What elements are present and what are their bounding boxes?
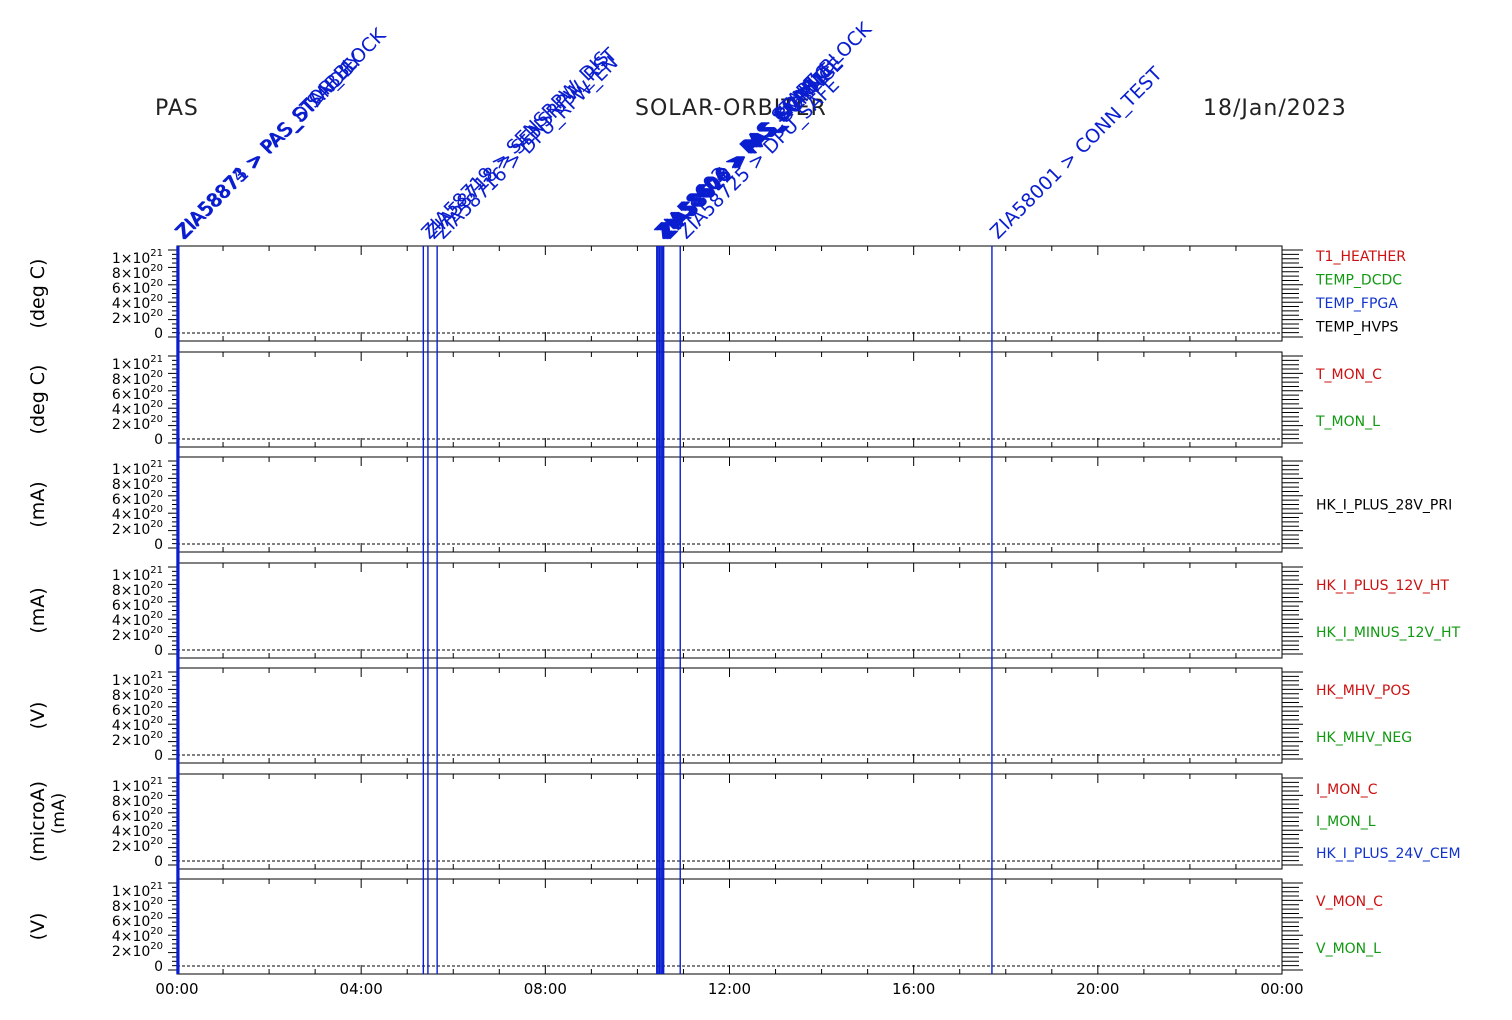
series-legend-label: TEMP_DCDC xyxy=(1315,273,1402,289)
panel-7: 02×10204×10206×10208×10201×1021(V)V_MON_… xyxy=(27,878,1383,975)
series-legend-label: T_MON_L xyxy=(1315,414,1380,430)
panel-3: 02×10204×10206×10208×10201×1021(mA) HK_I_… xyxy=(27,456,1452,553)
event-label: ZIA58725 > DPU_SAFE xyxy=(674,74,844,244)
x-tick-label: 20:00 xyxy=(1076,980,1119,998)
y-tick-label: 0 xyxy=(154,537,163,553)
panel-frame xyxy=(176,773,1283,870)
series-legend-label: V_MON_C xyxy=(1316,894,1383,910)
housekeeping-stack-plot: 02×10204×10206×10208×10201×1021(deg C)T1… xyxy=(27,18,1461,998)
y-axis-label: (deg C) xyxy=(27,365,49,435)
panel-frame xyxy=(176,562,1283,659)
y-tick-label: 0 xyxy=(154,854,163,870)
series-legend-label: I_MON_L xyxy=(1316,814,1376,830)
series-legend-label: T1_HEATHER xyxy=(1315,249,1406,265)
y-axis-label: (mA) xyxy=(27,481,49,527)
y-axis-label: (microA) xyxy=(27,781,49,862)
y-axis-label: (V) xyxy=(27,913,49,941)
panel-frame xyxy=(176,456,1283,553)
x-tick-label: 08:00 xyxy=(524,980,567,998)
event-markers: ZIA58874 > PAS_STOP_BLOCKZIA58873 > PAS_… xyxy=(171,18,1167,974)
series-legend-label: HK_I_PLUS_24V_CEM xyxy=(1316,846,1461,862)
panel-frame xyxy=(176,351,1283,448)
series-legend-label: HK_MHV_NEG xyxy=(1316,730,1412,746)
series-legend-label: HK_I_PLUS_28V_PRI xyxy=(1316,498,1452,514)
panel-frame xyxy=(176,667,1283,764)
panel-4: 02×10204×10206×10208×10201×1021(mA)HK_I_… xyxy=(27,562,1461,659)
x-tick-label: 00:00 xyxy=(155,980,198,998)
y-axis-label: (mA) xyxy=(27,587,49,633)
x-tick-label: 00:00 xyxy=(1260,980,1303,998)
series-legend-label: T_MON_C xyxy=(1315,367,1382,383)
panel-2: 02×10204×10206×10208×10201×1021(deg C) T_… xyxy=(27,351,1382,448)
series-legend-label: TEMP_FPGA xyxy=(1315,296,1398,312)
panel-6: 02×10204×10206×10208×10201×1021(microA)(… xyxy=(27,773,1461,870)
series-legend-label: I_MON_C xyxy=(1316,782,1378,798)
panel-5: 02×10204×10206×10208×10201×1021(V)HK_MHV… xyxy=(27,667,1412,764)
y-tick-label: 0 xyxy=(154,643,163,659)
panel-frame xyxy=(176,878,1283,975)
y-axis-label: (V) xyxy=(27,702,49,730)
y-tick-label: 0 xyxy=(154,326,163,342)
event-label: ZIA58716 > DPU_RPW_EN xyxy=(431,52,622,243)
event-label: ZIA58871 > PAS_STANDBY xyxy=(173,49,367,243)
series-legend-label: HK_I_PLUS_12V_HT xyxy=(1316,578,1449,594)
x-tick-label: 12:00 xyxy=(708,980,751,998)
series-legend-label: HK_MHV_POS xyxy=(1316,683,1410,699)
panel-frame xyxy=(176,245,1283,342)
x-tick-label: 04:00 xyxy=(340,980,383,998)
series-legend-label: V_MON_L xyxy=(1316,941,1381,957)
panel-1: 02×10204×10206×10208×10201×1021(deg C)T1… xyxy=(27,245,1406,342)
y-axis-label: (deg C) xyxy=(27,259,49,329)
series-legend-label: TEMP_HVPS xyxy=(1315,320,1398,336)
y-tick-label: 0 xyxy=(154,959,163,975)
y-axis-label-secondary: (mA) xyxy=(49,793,69,834)
x-tick-label: 16:00 xyxy=(892,980,935,998)
event-label: ZIA58001 > CONN_TEST xyxy=(986,63,1167,244)
series-legend-label: HK_I_MINUS_12V_HT xyxy=(1316,625,1461,641)
y-tick-label: 0 xyxy=(154,748,163,764)
y-tick-label: 0 xyxy=(154,432,163,448)
